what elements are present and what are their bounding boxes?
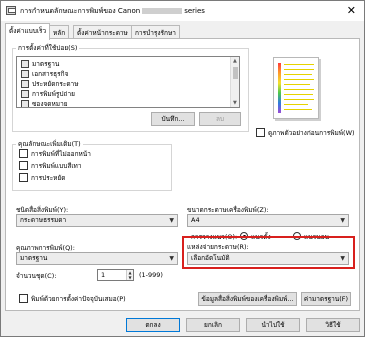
common-settings-list[interactable]: มาตรฐาน เอกสารธุรกิจ ประหยัดกระดาษ การพิ… <box>16 56 240 108</box>
grayscale-label: การพิมพ์แบบสีเทา <box>31 162 82 170</box>
paper-preview <box>273 57 319 119</box>
list-item[interactable]: การพิมพ์รูปถ่าย <box>21 89 75 99</box>
list-item[interactable]: เอกสารธุรกิจ <box>21 69 68 79</box>
paper-size-value: A4 <box>191 216 200 224</box>
always-print-current-checkbox[interactable] <box>19 294 28 303</box>
media-type-select[interactable]: กระดาษธรรมดา ▼ <box>16 214 178 227</box>
copies-spinner-icon[interactable]: ▲ ▼ <box>126 270 133 280</box>
tab-main[interactable]: หลัก <box>49 25 70 39</box>
preview-line <box>284 94 313 95</box>
window-title-prefix: การกำหนดลักษณะการพิมพ์ของ Canon <box>20 7 141 15</box>
scroll-thumb[interactable] <box>233 67 238 79</box>
defaults-button[interactable]: ค่ามาตรฐาน(F) <box>301 292 351 306</box>
copies-label: จำนวนชุด(C): <box>16 272 57 280</box>
envelope-icon <box>21 100 29 107</box>
paper-source-select[interactable]: เลือกอัตโนมัติ ▼ <box>187 252 349 265</box>
preview-line <box>284 109 312 110</box>
paper-size-select[interactable]: A4 ▼ <box>187 214 349 227</box>
preview-line <box>284 79 314 80</box>
close-icon[interactable]: ✕ <box>347 4 356 17</box>
preview-line <box>284 84 310 85</box>
printing-preferences-window: การกำหนดลักษณะการพิมพ์ของ Canon series ✕ … <box>0 0 365 337</box>
preview-line <box>284 99 314 100</box>
paper-source-label: แหล่งจ่ายกระดาษ(R): <box>187 243 249 251</box>
copies-input[interactable]: 1 ▲ ▼ <box>97 269 134 281</box>
economy-label: การประหยัด <box>31 174 66 182</box>
scroll-down-icon[interactable]: ▼ <box>233 100 237 106</box>
paper-source-value: เลือกอัตโนมัติ <box>191 254 230 262</box>
window-title: การกำหนดลักษณะการพิมพ์ของ Canon series <box>20 6 205 17</box>
preview-line <box>284 64 314 65</box>
list-item[interactable]: ประหยัดกระดาษ <box>21 79 79 89</box>
printer-media-info-button[interactable]: ข้อมูลสื่อสิ่งพิมพ์ของเครื่องพิมพ์... <box>198 292 297 306</box>
economy-checkbox[interactable] <box>19 173 28 182</box>
cancel-button[interactable]: ยกเลิก <box>186 318 240 332</box>
always-print-current-label: พิมพ์ด้วยการตั้งค่าปัจจุบันเสมอ(P) <box>31 295 126 303</box>
preview-line <box>284 89 314 90</box>
grayscale-checkbox[interactable] <box>19 161 28 170</box>
printer-app-icon <box>6 6 16 15</box>
tab-page-setup[interactable]: ตั้งค่าหน้ากระดาษ <box>73 25 132 39</box>
preview-before-print-label: ดูภาพตัวอย่างก่อนการพิมพ์(W) <box>268 129 355 137</box>
media-type-value: กระดาษธรรมดา <box>20 216 67 224</box>
apply-button[interactable]: นำไปใช้ <box>246 318 300 332</box>
copies-range: (1-999) <box>139 271 163 279</box>
paper-saving-icon <box>21 80 29 88</box>
borderless-label: การพิมพ์ที่ไม่ออกหน้า <box>31 150 91 158</box>
print-quality-select[interactable]: มาตรฐาน ▼ <box>16 252 178 265</box>
preview-line <box>284 74 312 75</box>
printer-model-redacted <box>142 8 183 14</box>
preview-line <box>284 69 314 70</box>
chevron-down-icon: ▼ <box>169 255 174 262</box>
common-settings-label: การตั้งค่าที่ใช้บ่อย(S) <box>16 43 80 53</box>
print-quality-value: มาตรฐาน <box>20 254 48 262</box>
title-bar: การกำหนดลักษณะการพิมพ์ของ Canon series ✕ <box>1 1 364 21</box>
tab-maintenance[interactable]: การบำรุงรักษา <box>131 25 180 39</box>
preview-before-print-checkbox[interactable] <box>256 128 265 137</box>
borderless-checkbox[interactable] <box>19 149 28 158</box>
preview-line <box>284 104 308 105</box>
additional-features-label: คุณลักษณะเพิ่มเติม(T) <box>16 139 83 149</box>
list-item[interactable]: ซองจดหมาย <box>21 99 68 107</box>
chevron-down-icon: ▼ <box>169 217 174 224</box>
help-button[interactable]: วิธีใช้ <box>306 318 360 332</box>
save-button[interactable]: บันทึก... <box>151 112 195 126</box>
copies-value: 1 <box>101 271 106 279</box>
list-item[interactable]: มาตรฐาน <box>21 59 59 69</box>
tab-quick-setup[interactable]: ตั้งค่าแบบเร็ว <box>5 23 51 40</box>
scroll-up-icon[interactable]: ▲ <box>233 58 237 64</box>
color-stripe <box>278 63 281 113</box>
delete-button[interactable]: ลบ <box>199 112 241 126</box>
printer-standard-icon <box>21 60 29 68</box>
list-scrollbar[interactable]: ▲ ▼ <box>230 57 239 107</box>
ok-button[interactable]: ตกลง <box>126 318 180 332</box>
chevron-down-icon: ▼ <box>340 217 345 224</box>
chevron-down-icon: ▼ <box>340 255 345 262</box>
window-title-suffix: series <box>184 7 205 15</box>
photo-print-icon <box>21 90 29 98</box>
business-document-icon <box>21 70 29 78</box>
